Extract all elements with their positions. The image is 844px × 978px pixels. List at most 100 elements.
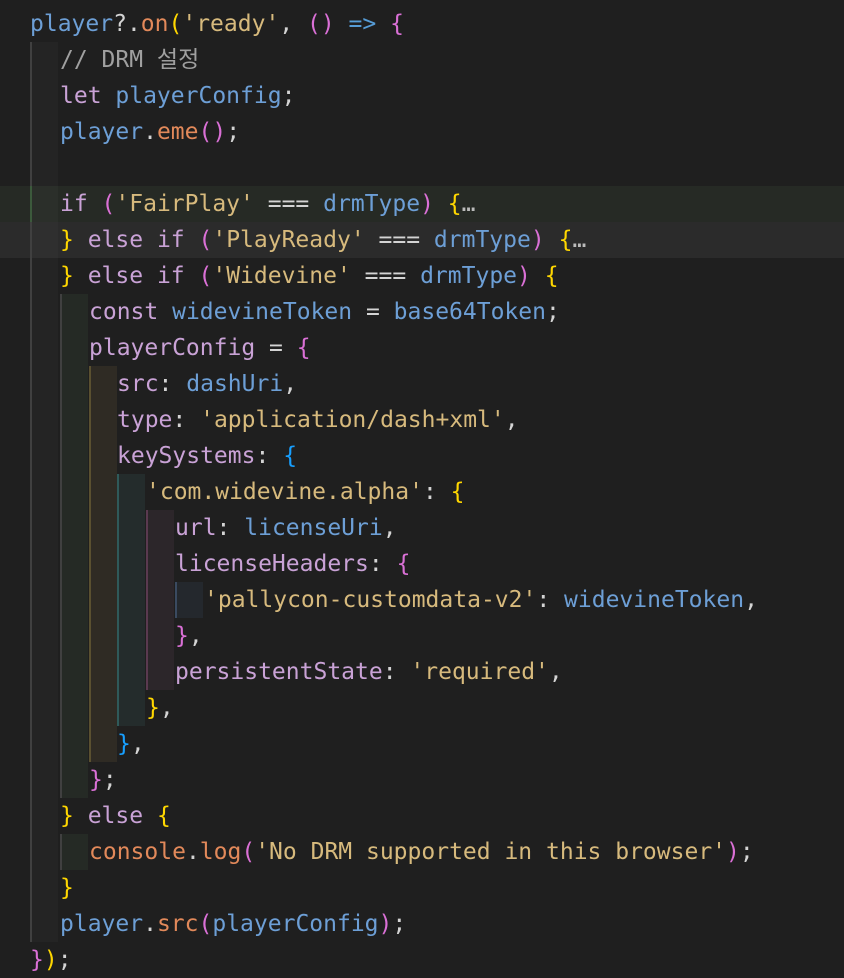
- indent-guide: [30, 546, 58, 582]
- code-text: },: [117, 731, 145, 757]
- indent-guide: [30, 906, 58, 942]
- code-text: } else {: [60, 803, 171, 829]
- indent-guide: [30, 294, 58, 330]
- indent-guide: [146, 618, 174, 654]
- indent-guide: [30, 762, 58, 798]
- indent-guide: [60, 618, 88, 654]
- code-line[interactable]: [0, 150, 844, 186]
- code-line[interactable]: persistentState: 'required',: [0, 654, 844, 690]
- indent-guide: [89, 690, 117, 726]
- code-editor[interactable]: player?.on('ready', () => { // DRM 설정 le…: [0, 0, 844, 978]
- indent-guide: [89, 402, 117, 438]
- code-line[interactable]: player.eme();: [0, 114, 844, 150]
- code-line[interactable]: });: [0, 942, 844, 978]
- code-line[interactable]: },: [0, 726, 844, 762]
- indent-guide: [146, 582, 174, 618]
- indent-guide: [89, 654, 117, 690]
- code-line[interactable]: }: [0, 870, 844, 906]
- indent-guide: [60, 654, 88, 690]
- code-text: const widevineToken = base64Token;: [89, 299, 560, 325]
- code-area[interactable]: player?.on('ready', () => { // DRM 설정 le…: [0, 6, 844, 978]
- code-text: 'com.widevine.alpha': {: [146, 479, 465, 505]
- indent-guide: [89, 438, 117, 474]
- indent-guide: [60, 834, 88, 870]
- indent-guide: [30, 366, 58, 402]
- code-text: url: licenseUri,: [175, 515, 397, 541]
- indent-guide: [117, 474, 145, 510]
- code-line[interactable]: type: 'application/dash+xml',: [0, 402, 844, 438]
- code-line-folded[interactable]: } else if ('PlayReady' === drmType) {…: [0, 222, 844, 258]
- indent-guide: [30, 402, 58, 438]
- indent-guide: [30, 654, 58, 690]
- indent-guide: [60, 582, 88, 618]
- code-text: player?.on('ready', () => {: [30, 11, 404, 37]
- indent-guide: [117, 618, 145, 654]
- code-line[interactable]: },: [0, 618, 844, 654]
- code-line[interactable]: 'com.widevine.alpha': {: [0, 474, 844, 510]
- code-line[interactable]: let playerConfig;: [0, 78, 844, 114]
- code-line[interactable]: licenseHeaders: {: [0, 546, 844, 582]
- indent-guide: [60, 294, 88, 330]
- indent-guide: [60, 402, 88, 438]
- code-line[interactable]: url: licenseUri,: [0, 510, 844, 546]
- indent-guide: [30, 186, 58, 222]
- indent-guide: [89, 582, 117, 618]
- indent-guide: [89, 510, 117, 546]
- code-line[interactable]: // DRM 설정: [0, 42, 844, 78]
- indent-guide: [30, 438, 58, 474]
- code-text: licenseHeaders: {: [175, 551, 411, 577]
- code-line[interactable]: } else {: [0, 798, 844, 834]
- indent-guide: [60, 330, 88, 366]
- indent-guide: [30, 258, 58, 294]
- code-text: } else if ('PlayReady' === drmType) {…: [60, 227, 587, 253]
- code-text: playerConfig = {: [89, 335, 311, 361]
- indent-guide: [60, 546, 88, 582]
- indent-guide: [30, 78, 58, 114]
- fold-ellipsis-icon[interactable]: …: [572, 227, 586, 253]
- indent-guide: [89, 474, 117, 510]
- code-text: 'pallycon-customdata-v2': widevineToken,: [204, 587, 758, 613]
- code-line[interactable]: keySystems: {: [0, 438, 844, 474]
- indent-guide: [30, 42, 58, 78]
- indent-guide: [117, 510, 145, 546]
- code-text: };: [89, 767, 117, 793]
- indent-guide: [30, 582, 58, 618]
- fold-ellipsis-icon[interactable]: …: [462, 191, 476, 217]
- code-line[interactable]: player?.on('ready', () => {: [0, 6, 844, 42]
- indent-guide: [60, 438, 88, 474]
- code-text: keySystems: {: [117, 443, 298, 469]
- code-text: });: [30, 947, 72, 973]
- code-line[interactable]: },: [0, 690, 844, 726]
- code-text: if ('FairPlay' === drmType) {…: [60, 191, 476, 217]
- code-line[interactable]: };: [0, 762, 844, 798]
- code-text: console.log('No DRM supported in this br…: [89, 839, 754, 865]
- indent-guide: [60, 690, 88, 726]
- indent-guide: [60, 366, 88, 402]
- indent-guide: [146, 654, 174, 690]
- indent-guide: [60, 474, 88, 510]
- code-line[interactable]: player.src(playerConfig);: [0, 906, 844, 942]
- indent-guide: [30, 474, 58, 510]
- code-line-folded[interactable]: if ('FairPlay' === drmType) {…: [0, 186, 844, 222]
- code-text: persistentState: 'required',: [175, 659, 563, 685]
- indent-guide: [117, 690, 145, 726]
- code-text: type: 'application/dash+xml',: [117, 407, 519, 433]
- indent-guide: [117, 654, 145, 690]
- indent-guide: [89, 726, 117, 762]
- code-text: // DRM 설정: [60, 47, 200, 73]
- indent-guide: [89, 546, 117, 582]
- code-line[interactable]: } else if ('Widevine' === drmType) {: [0, 258, 844, 294]
- code-text: player.src(playerConfig);: [60, 911, 407, 937]
- code-line[interactable]: const widevineToken = base64Token;: [0, 294, 844, 330]
- indent-guide: [30, 510, 58, 546]
- indent-guide: [89, 618, 117, 654]
- code-line[interactable]: playerConfig = {: [0, 330, 844, 366]
- indent-guide: [30, 726, 58, 762]
- code-line[interactable]: 'pallycon-customdata-v2': widevineToken,: [0, 582, 844, 618]
- indent-guide: [117, 582, 145, 618]
- code-line[interactable]: src: dashUri,: [0, 366, 844, 402]
- code-line[interactable]: console.log('No DRM supported in this br…: [0, 834, 844, 870]
- indent-guide: [30, 834, 58, 870]
- indent-guide: [30, 114, 58, 150]
- code-text: player.eme();: [60, 119, 241, 145]
